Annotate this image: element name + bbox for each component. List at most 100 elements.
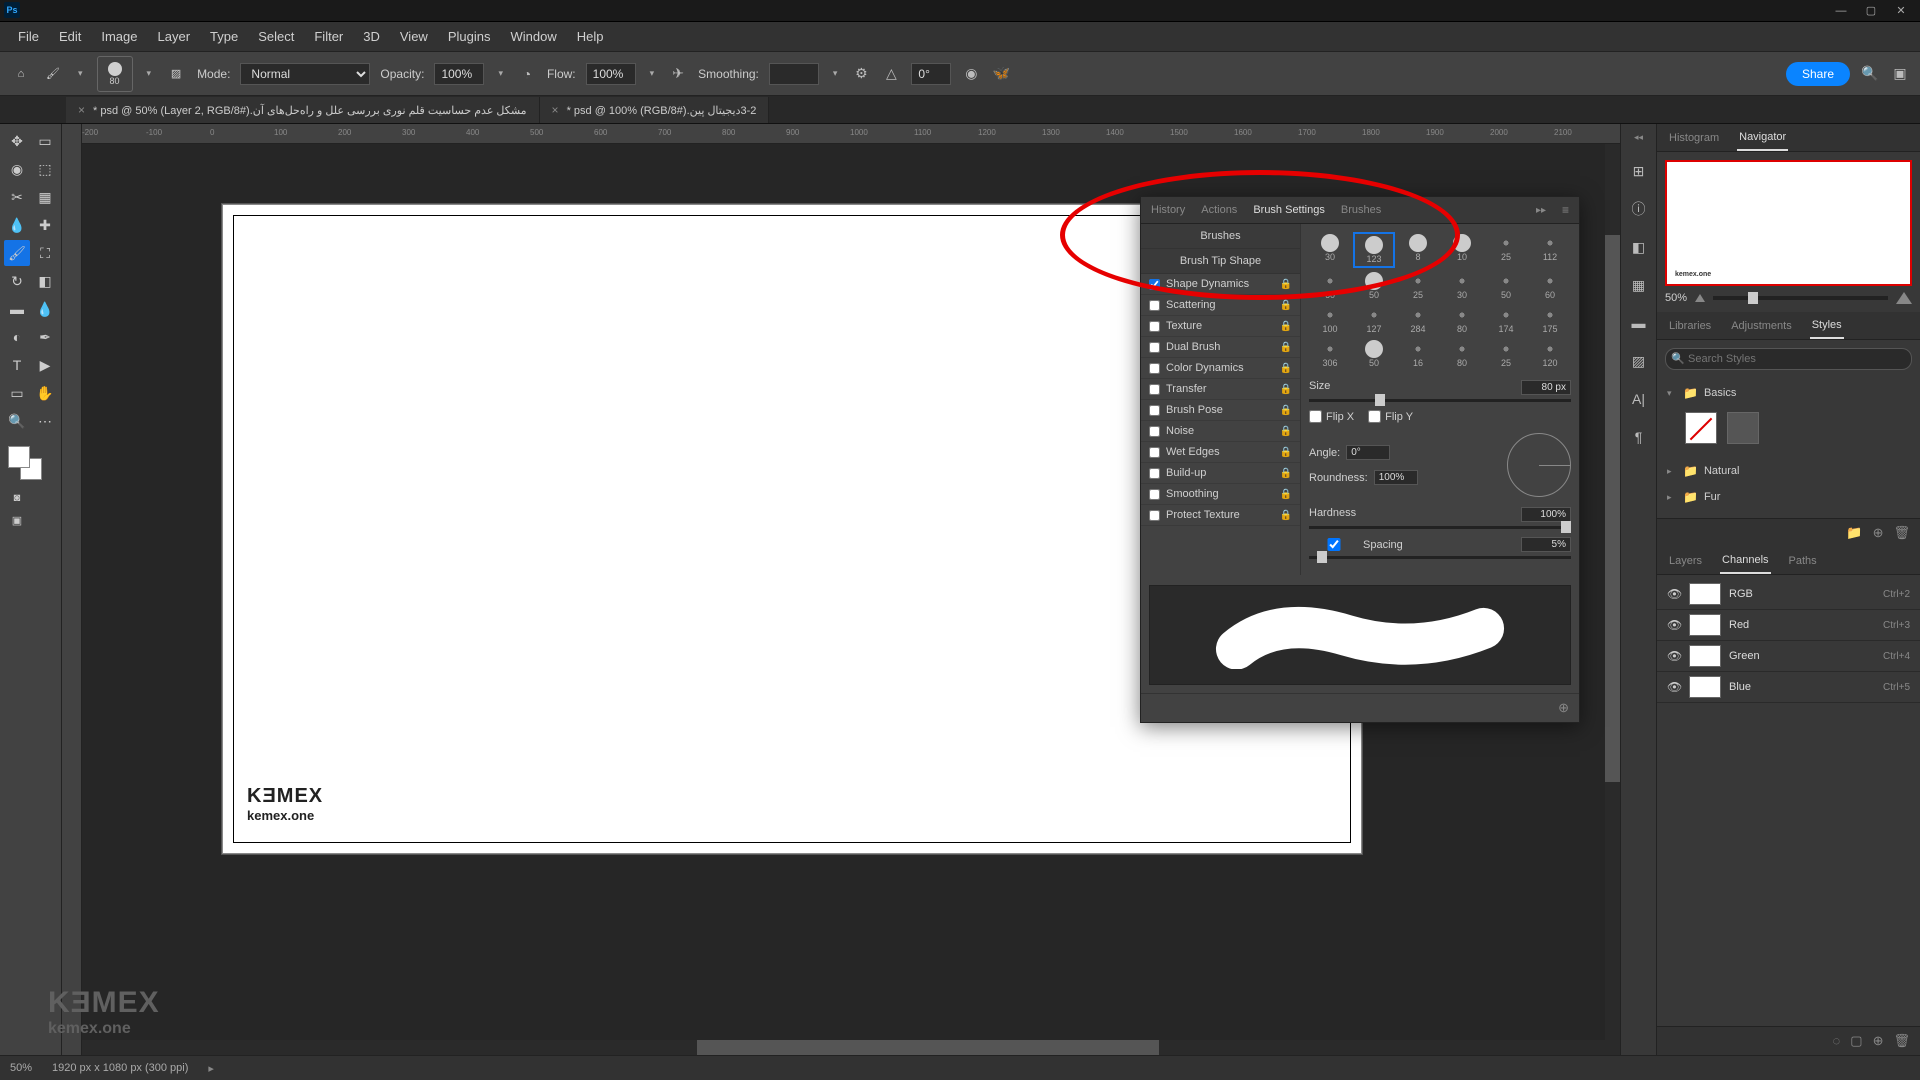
menu-help[interactable]: Help [567, 25, 614, 48]
size-pressure-icon[interactable]: ◉ [961, 64, 981, 84]
styles-search-input[interactable] [1665, 348, 1912, 370]
size-slider[interactable] [1309, 399, 1571, 402]
tab-brushes[interactable]: Brushes [1341, 204, 1381, 216]
minimize-button[interactable]: — [1826, 2, 1856, 20]
tab-layers[interactable]: Layers [1667, 549, 1704, 573]
hand-tool[interactable]: ✋ [32, 380, 58, 406]
roundness-input[interactable] [1374, 470, 1418, 485]
paragraph-icon[interactable]: ¶ [1629, 427, 1649, 447]
brush-preset[interactable]: 8 [1397, 232, 1439, 268]
folder-natural[interactable]: ▸ 📁 Natural [1665, 458, 1912, 484]
flow-input[interactable] [586, 63, 636, 85]
buildup-checkbox[interactable] [1149, 468, 1160, 479]
lock-icon[interactable]: 🔒 [1280, 279, 1292, 290]
patterns-icon[interactable]: ▨ [1629, 351, 1649, 371]
brushes-button[interactable]: Brushes [1141, 224, 1300, 249]
new-style-icon[interactable]: ⊕ [1873, 525, 1884, 541]
zoom-out-icon[interactable] [1695, 294, 1705, 302]
share-button[interactable]: Share [1786, 62, 1850, 86]
workspace-icon[interactable]: ▣ [1890, 64, 1910, 84]
menu-view[interactable]: View [390, 25, 438, 48]
brush-preset[interactable]: 50 [1485, 270, 1527, 302]
brush-preset-dropdown[interactable]: ▾ [143, 68, 156, 79]
save-selection-icon[interactable]: ▢ [1850, 1033, 1862, 1049]
zoom-in-icon[interactable] [1896, 292, 1912, 304]
brush-preset[interactable]: 50 [1353, 270, 1395, 302]
smoothing-gear-icon[interactable]: ⚙ [851, 64, 871, 84]
menu-edit[interactable]: Edit [49, 25, 91, 48]
document-tab-1[interactable]: مشکل عدم حساسیت قلم نوری بررسی علل و راه… [66, 97, 540, 123]
lock-icon[interactable]: 🔒 [1280, 342, 1292, 353]
shape-dynamics-row[interactable]: Shape Dynamics🔒 [1141, 274, 1300, 295]
visibility-icon[interactable]: 👁 [1667, 649, 1681, 663]
rectangle-tool[interactable]: ▭ [4, 380, 30, 406]
menu-3d[interactable]: 3D [353, 25, 390, 48]
smoothing-input[interactable] [769, 63, 819, 85]
hardness-slider[interactable] [1309, 526, 1571, 529]
lock-icon[interactable]: 🔒 [1280, 300, 1292, 311]
horizontal-scrollbar[interactable] [82, 1040, 1620, 1055]
scrollbar-thumb[interactable] [1605, 235, 1620, 782]
style-none[interactable] [1685, 412, 1717, 444]
brush-preset[interactable]: 30 [1309, 232, 1351, 268]
protect-texture-row[interactable]: Protect Texture🔒 [1141, 505, 1300, 526]
lock-icon[interactable]: 🔒 [1280, 468, 1292, 479]
angle-input[interactable] [911, 63, 951, 85]
shape-dynamics-checkbox[interactable] [1149, 279, 1160, 290]
gradient-tool[interactable]: ▬ [4, 296, 30, 322]
brush-preset[interactable]: 112 [1529, 232, 1571, 268]
lock-icon[interactable]: 🔒 [1280, 321, 1292, 332]
flow-dropdown[interactable]: ▾ [646, 68, 659, 79]
spacing-checkbox[interactable]: Spacing [1309, 537, 1403, 552]
navigator-preview[interactable]: kemex.one [1665, 160, 1912, 286]
tab-navigator[interactable]: Navigator [1737, 125, 1788, 151]
visibility-icon[interactable]: 👁 [1667, 680, 1681, 694]
visibility-icon[interactable]: 👁 [1667, 587, 1681, 601]
clone-stamp-tool[interactable]: ⛶ [32, 240, 58, 266]
transfer-checkbox[interactable] [1149, 384, 1160, 395]
status-menu-icon[interactable]: ▸ [208, 1062, 214, 1075]
menu-layer[interactable]: Layer [148, 25, 201, 48]
channel-row[interactable]: 👁 Blue Ctrl+5 [1657, 672, 1920, 703]
move-tool[interactable]: ✥ [4, 128, 30, 154]
maximize-button[interactable]: ▢ [1856, 2, 1886, 20]
color-dynamics-row[interactable]: Color Dynamics🔒 [1141, 358, 1300, 379]
document-tab-2[interactable]: 3-2دیجیتال پین.psd @ 100% (RGB/8#) * × [540, 97, 770, 123]
visibility-icon[interactable]: 👁 [1667, 618, 1681, 632]
opacity-dropdown[interactable]: ▾ [494, 68, 507, 79]
eraser-tool[interactable]: ◧ [32, 268, 58, 294]
tab-histogram[interactable]: Histogram [1667, 126, 1721, 150]
crop-tool[interactable]: ✂ [4, 184, 30, 210]
blur-tool[interactable]: 💧 [32, 296, 58, 322]
marquee-tool[interactable]: ▭ [32, 128, 58, 154]
tab-styles[interactable]: Styles [1810, 313, 1844, 339]
style-swatch[interactable] [1727, 412, 1759, 444]
noise-row[interactable]: Noise🔒 [1141, 421, 1300, 442]
scattering-row[interactable]: Scattering🔒 [1141, 295, 1300, 316]
lock-icon[interactable]: 🔒 [1280, 426, 1292, 437]
menu-file[interactable]: File [8, 25, 49, 48]
brush-preset[interactable]: 50 [1353, 338, 1395, 370]
brush-preset[interactable]: 25 [1485, 338, 1527, 370]
brush-preset[interactable]: 25 [1397, 270, 1439, 302]
status-zoom[interactable]: 50% [10, 1062, 32, 1074]
opacity-pressure-icon[interactable]: ◔ [517, 64, 537, 84]
brush-preset[interactable]: 16 [1397, 338, 1439, 370]
brush-preset[interactable]: 174 [1485, 304, 1527, 336]
brush-preset[interactable]: 80 [1441, 338, 1483, 370]
opacity-input[interactable] [434, 63, 484, 85]
color-swatches[interactable] [4, 446, 58, 486]
folder-basics[interactable]: ▾ 📁 Basics [1665, 380, 1912, 406]
new-brush-icon[interactable]: ⊕ [1558, 700, 1569, 716]
symmetry-icon[interactable]: 🦋 [991, 64, 1011, 84]
type-tool[interactable]: T [4, 352, 30, 378]
swatches-icon[interactable]: ▦ [1629, 275, 1649, 295]
blend-mode-select[interactable]: Normal [240, 63, 370, 85]
brush-settings-toggle-icon[interactable]: ▨ [165, 63, 187, 85]
gradients-icon[interactable]: ▬ [1629, 313, 1649, 333]
brush-preset[interactable]: 80 [1441, 304, 1483, 336]
panel-menu-icon[interactable]: ≡ [1562, 203, 1569, 217]
object-select-tool[interactable]: ⬚ [32, 156, 58, 182]
brush-preset[interactable]: 60 [1529, 270, 1571, 302]
texture-row[interactable]: Texture🔒 [1141, 316, 1300, 337]
